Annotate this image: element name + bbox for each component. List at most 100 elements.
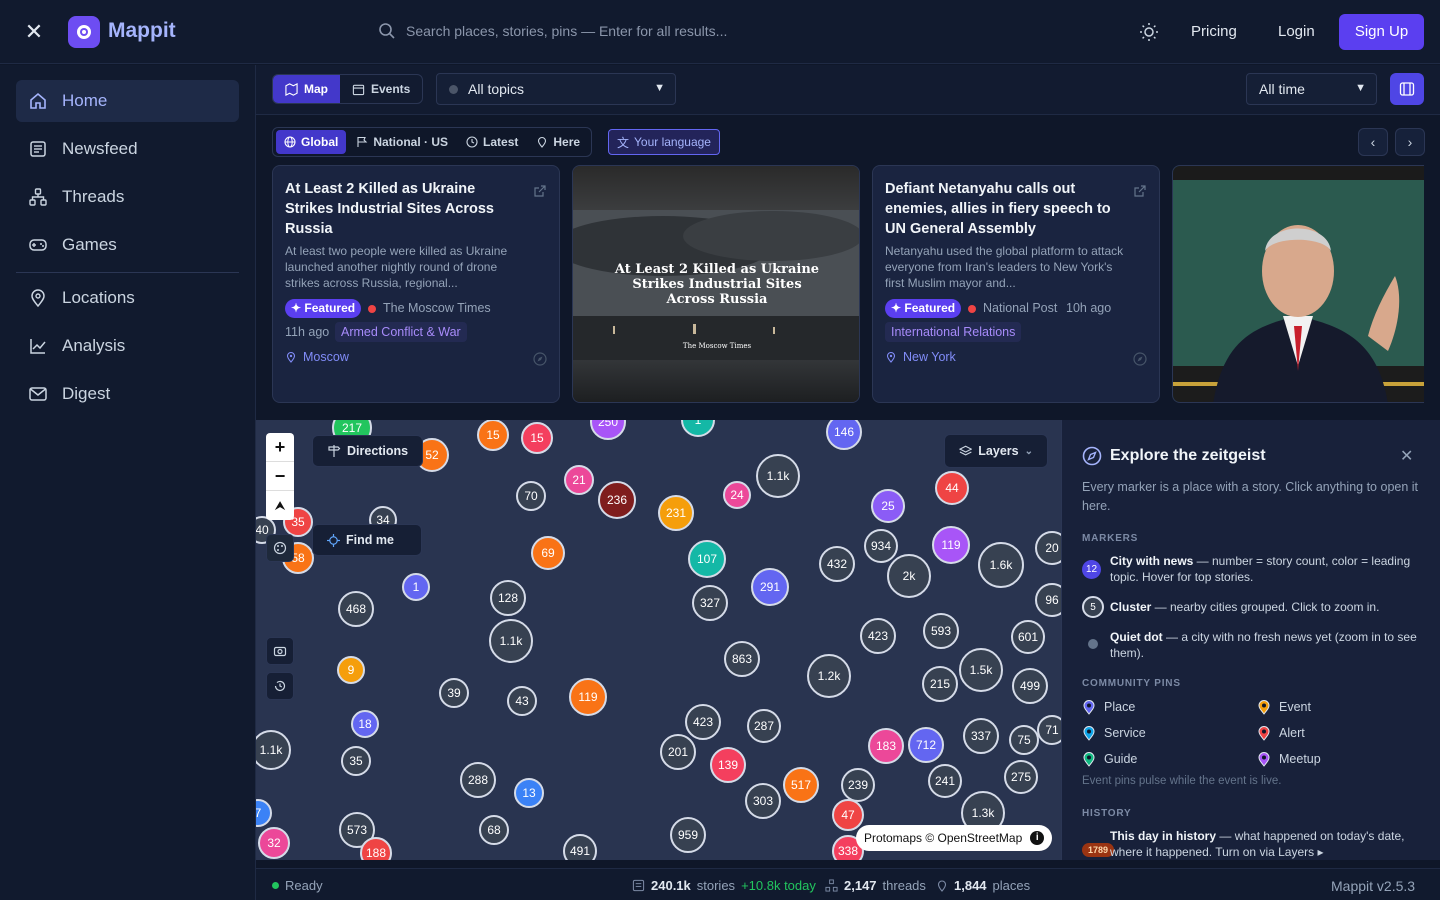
tab-map[interactable]: Map [273, 75, 340, 103]
map-marker[interactable]: 24 [723, 481, 751, 509]
map-marker[interactable]: 275 [1004, 760, 1038, 794]
compass-icon[interactable] [533, 352, 547, 366]
map-style-button[interactable] [266, 534, 294, 562]
map-marker[interactable]: 601 [1011, 620, 1045, 654]
carousel-next-button[interactable]: › [1395, 128, 1425, 156]
sidebar-item-digest[interactable]: Digest [16, 373, 239, 415]
screenshot-button[interactable] [266, 637, 294, 665]
toggle-panel-button[interactable] [1390, 73, 1424, 105]
map-marker[interactable]: 188 [360, 837, 392, 860]
story-location[interactable]: New York [885, 350, 956, 364]
map-marker[interactable]: 20 [1035, 531, 1061, 565]
topic-tag[interactable]: Armed Conflict & War [335, 322, 467, 342]
map-marker[interactable]: 139 [710, 747, 746, 783]
story-image-card[interactable] [1172, 165, 1424, 403]
map-marker[interactable]: 201 [660, 734, 696, 770]
sidebar-item-games[interactable]: Games [16, 224, 239, 266]
language-filter[interactable]: 文 Your language [608, 129, 720, 155]
map-marker[interactable]: 1.5k [959, 648, 1003, 692]
map-marker[interactable]: 423 [685, 704, 721, 740]
map-marker[interactable]: 1.6k [978, 542, 1024, 588]
map-marker[interactable]: 499 [1012, 668, 1048, 704]
map-marker[interactable]: 183 [868, 728, 904, 764]
sidebar-item-newsfeed[interactable]: Newsfeed [16, 128, 239, 170]
topics-select[interactable]: All topics ▼ [436, 73, 676, 105]
map-marker[interactable]: 9 [337, 656, 365, 684]
map-marker[interactable]: 75 [1009, 725, 1039, 755]
map-marker[interactable]: 71 [1037, 715, 1061, 745]
brand-name[interactable]: Mappit [108, 19, 176, 43]
map-marker[interactable]: 1 [402, 573, 430, 601]
map-marker[interactable]: 241 [928, 764, 962, 798]
tab-events[interactable]: Events [340, 75, 422, 103]
map-marker[interactable]: 712 [908, 727, 944, 763]
story-title[interactable]: At Least 2 Killed as Ukraine Strikes Ind… [285, 179, 525, 239]
pricing-link[interactable]: Pricing [1191, 23, 1237, 40]
time-select[interactable]: All time ▼ [1246, 73, 1377, 105]
attribution-text[interactable]: Protomaps © OpenStreetMap [864, 831, 1022, 845]
search-placeholder[interactable]: Search places, stories, pins — Enter for… [406, 23, 727, 39]
carousel-prev-button[interactable]: ‹ [1358, 128, 1388, 156]
map-marker[interactable]: 1.1k [489, 619, 533, 663]
map-marker[interactable]: 15 [521, 422, 553, 454]
map-marker[interactable]: 287 [747, 709, 781, 743]
map-marker[interactable]: 18 [351, 710, 379, 738]
scope-national[interactable]: National · US [348, 130, 456, 154]
map-marker[interactable]: 21 [564, 465, 594, 495]
theme-toggle-sun-icon[interactable] [1138, 21, 1160, 43]
directions-button[interactable]: Directions [312, 435, 424, 467]
map-marker[interactable]: 1 [681, 420, 715, 437]
story-source[interactable]: National Post [983, 301, 1057, 315]
map-marker[interactable]: 215 [922, 666, 958, 702]
map-marker[interactable]: 70 [516, 481, 546, 511]
sidebar-item-locations[interactable]: Locations [16, 277, 239, 319]
external-link-icon[interactable] [1133, 184, 1147, 198]
layers-button[interactable]: Layers ⌄ [944, 434, 1048, 468]
map-marker[interactable]: 69 [531, 536, 565, 570]
map-marker[interactable]: 288 [460, 762, 496, 798]
signup-button[interactable]: Sign Up [1339, 14, 1424, 50]
map-marker[interactable]: 25 [871, 489, 905, 523]
close-icon[interactable]: ✕ [22, 20, 46, 44]
map-marker[interactable]: 68 [479, 815, 509, 845]
story-location[interactable]: Moscow [285, 350, 349, 364]
search-bar[interactable]: Search places, stories, pins — Enter for… [378, 22, 727, 40]
map-marker[interactable]: 491 [563, 834, 597, 860]
story-card[interactable]: Defiant Netanyahu calls out enemies, all… [872, 165, 1160, 403]
map-marker[interactable]: 959 [670, 817, 706, 853]
map-marker[interactable]: 250 [590, 420, 626, 440]
map-marker[interactable]: 468 [338, 591, 374, 627]
story-image-card[interactable]: At Least 2 Killed as Ukraine Strikes Ind… [572, 165, 860, 403]
find-me-button[interactable]: Find me [312, 524, 422, 556]
map-marker[interactable]: 291 [751, 568, 789, 606]
map-marker[interactable]: 1.2k [807, 654, 851, 698]
story-title[interactable]: Defiant Netanyahu calls out enemies, all… [885, 179, 1125, 239]
sidebar-item-home[interactable]: Home [16, 80, 239, 122]
map-marker[interactable]: 119 [932, 526, 970, 564]
scope-latest[interactable]: Latest [458, 130, 526, 154]
zoom-in-button[interactable]: + [266, 433, 294, 462]
map-marker[interactable]: 7 [256, 799, 272, 827]
map-marker[interactable]: 863 [724, 641, 760, 677]
map-marker[interactable]: 15 [477, 420, 509, 451]
map-marker[interactable]: 517 [783, 767, 819, 803]
map-marker[interactable]: 934 [864, 529, 898, 563]
history-button[interactable] [266, 672, 294, 700]
external-link-icon[interactable] [533, 184, 547, 198]
map-marker[interactable]: 1.1k [756, 454, 800, 498]
topic-tag[interactable]: International Relations [885, 322, 1022, 342]
compass-icon[interactable] [1133, 352, 1147, 366]
map-marker[interactable]: 128 [490, 580, 526, 616]
map-marker[interactable]: 44 [935, 471, 969, 505]
map-marker[interactable]: 47 [832, 799, 864, 831]
reset-north-icon[interactable]: ⮝ [266, 491, 294, 520]
sidebar-item-threads[interactable]: Threads [16, 176, 239, 218]
map-marker[interactable]: 43 [507, 686, 537, 716]
info-icon[interactable]: i [1030, 831, 1045, 845]
map-canvas[interactable]: 217 52 15 15 146 40 35 34 58 70 21 236 231 24 1.1k 25 44… [256, 420, 1061, 860]
map-marker[interactable]: 327 [692, 585, 728, 621]
map-marker[interactable]: 593 [923, 613, 959, 649]
map-marker[interactable]: 119 [569, 678, 607, 716]
map-marker[interactable]: 303 [745, 783, 781, 819]
story-card[interactable]: At Least 2 Killed as Ukraine Strikes Ind… [272, 165, 560, 403]
